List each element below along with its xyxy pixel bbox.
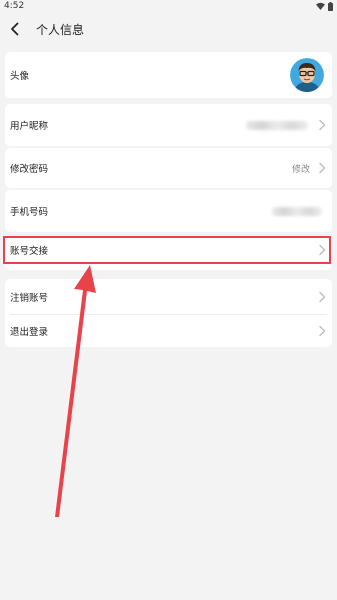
nickname-row[interactable]: 用户昵称 (5, 104, 332, 146)
avatar[interactable] (290, 58, 324, 92)
status-bar: 4:52 (0, 0, 337, 12)
divider (10, 314, 327, 315)
account-handover-label: 账号交接 (10, 246, 49, 257)
chevron-right-icon (319, 325, 326, 337)
phone-value-redacted (272, 206, 322, 216)
nickname-value-redacted (246, 120, 308, 130)
chevron-right-icon (319, 291, 326, 303)
change-password-label: 修改密码 (10, 164, 49, 175)
logout-label: 退出登录 (10, 327, 49, 338)
back-button[interactable] (6, 17, 22, 41)
change-password-row[interactable]: 修改密码 修改 (5, 148, 332, 188)
chevron-right-icon (319, 119, 326, 131)
avatar-label: 头像 (10, 71, 30, 82)
status-icons (316, 1, 333, 11)
account-actions-card: 注销账号 退出登录 (5, 279, 332, 347)
avatar-image (290, 58, 324, 92)
account-handover-row[interactable]: 账号交接 (5, 236, 332, 270)
nickname-label: 用户昵称 (10, 121, 49, 132)
cancel-account-label: 注销账号 (10, 293, 49, 304)
logout-row[interactable]: 退出登录 (5, 315, 332, 347)
wifi-icon (316, 2, 325, 10)
phone-label: 手机号码 (10, 207, 49, 218)
change-password-value: 修改 (291, 164, 310, 175)
battery-icon (328, 1, 333, 11)
avatar-row[interactable]: 头像 (5, 52, 332, 98)
chevron-right-icon (319, 162, 326, 174)
back-arrow-icon (10, 22, 18, 36)
page-title: 个人信息 (36, 22, 85, 37)
cancel-account-row[interactable]: 注销账号 (5, 279, 332, 315)
status-time: 4:52 (4, 1, 25, 11)
phone-row[interactable]: 手机号码 (5, 190, 332, 232)
nav-bar: 个人信息 (0, 12, 337, 46)
chevron-right-icon (319, 244, 326, 256)
